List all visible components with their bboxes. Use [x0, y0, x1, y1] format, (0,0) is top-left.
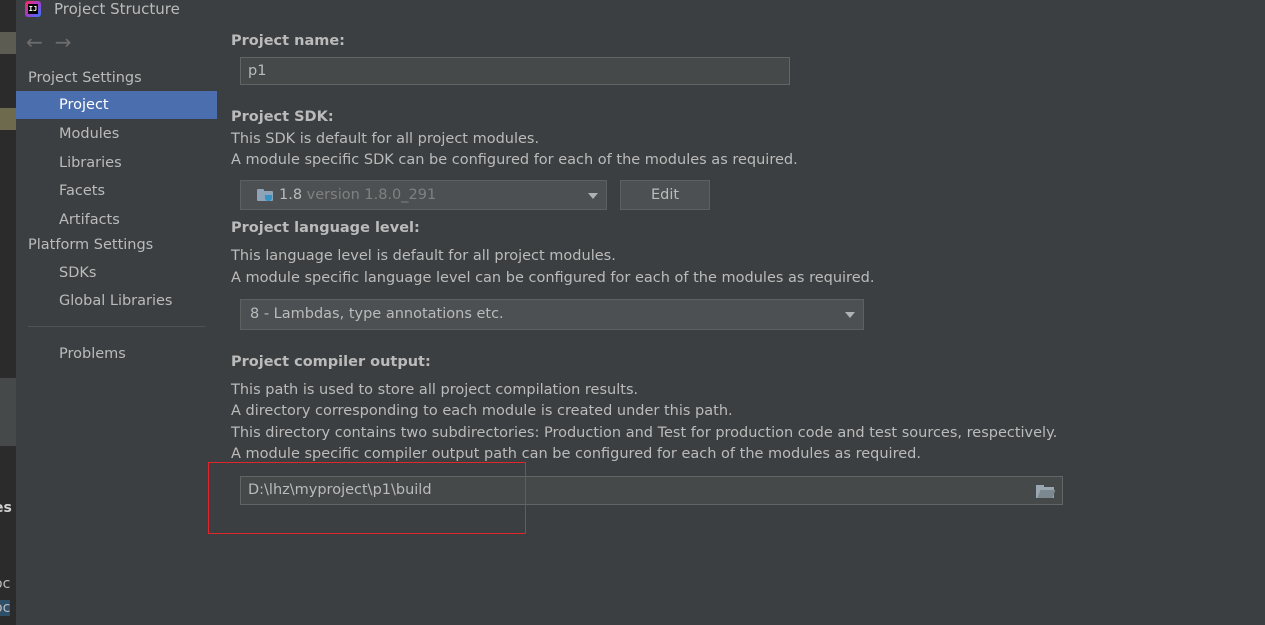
- compiler-output-label: Project compiler output:: [231, 354, 431, 370]
- project-sdk-dropdown[interactable]: 1.8 version 1.8.0_291: [240, 180, 607, 210]
- sidebar-item-facets[interactable]: Facets: [16, 177, 217, 205]
- language-level-value: 8 - Lambdas, type annotations etc.: [250, 306, 504, 322]
- background-bar: [0, 32, 16, 54]
- language-level-description-1: This language level is default for all p…: [231, 248, 616, 264]
- background-bar: [0, 378, 16, 446]
- compiler-output-description-1: This path is used to store all project c…: [231, 382, 639, 398]
- red-highlight-box: [208, 462, 526, 534]
- project-sdk-description-1: This SDK is default for all project modu…: [231, 131, 540, 147]
- project-sdk-label: Project SDK:: [231, 109, 334, 125]
- sdk-folder-icon: [257, 189, 273, 201]
- compiler-output-description-3: This directory contains two subdirectori…: [231, 425, 1058, 441]
- background-text-fragment: oc: [0, 600, 11, 616]
- language-level-label: Project language level:: [231, 220, 420, 236]
- sidebar-item-project[interactable]: Project: [16, 91, 217, 119]
- language-level-dropdown[interactable]: 8 - Lambdas, type annotations etc.: [240, 299, 864, 330]
- chevron-down-icon: [588, 193, 598, 199]
- window-title: Project Structure: [54, 0, 180, 18]
- background-bar: [0, 108, 16, 130]
- language-level-description-2: A module specific language level can be …: [231, 270, 875, 286]
- sidebar-item-modules[interactable]: Modules: [16, 120, 217, 148]
- background-window-edge: es oc oc: [0, 0, 16, 625]
- sidebar-header-platform-settings: Platform Settings: [28, 237, 154, 253]
- sidebar-item-artifacts[interactable]: Artifacts: [16, 206, 217, 234]
- sidebar-item-sdks[interactable]: SDKs: [16, 259, 217, 287]
- sdk-name: 1.8: [279, 187, 303, 203]
- background-text-fragment: oc: [0, 576, 11, 592]
- chevron-down-icon: [845, 312, 855, 318]
- navigation-arrows: ← →: [26, 32, 84, 53]
- forward-arrow-icon[interactable]: →: [55, 32, 72, 52]
- sidebar-header-project-settings: Project Settings: [28, 70, 142, 86]
- background-text-fragment: es: [0, 500, 12, 516]
- edit-sdk-button[interactable]: Edit: [620, 180, 710, 210]
- compiler-output-description-2: A directory corresponding to each module…: [231, 403, 733, 419]
- sidebar-item-libraries[interactable]: Libraries: [16, 149, 217, 177]
- project-name-label: Project name:: [231, 33, 345, 49]
- browse-folder-icon[interactable]: [1036, 485, 1056, 498]
- sidebar-item-global-libraries[interactable]: Global Libraries: [16, 287, 217, 315]
- title-bar: IJ Project Structure: [16, 0, 1265, 20]
- sdk-version: version 1.8.0_291: [306, 187, 437, 203]
- sidebar-divider: [28, 326, 206, 327]
- project-sdk-description-2: A module specific SDK can be configured …: [231, 152, 798, 168]
- sidebar-item-problems[interactable]: Problems: [16, 340, 217, 368]
- back-arrow-icon[interactable]: ←: [26, 32, 43, 52]
- project-name-input[interactable]: p1: [240, 57, 790, 85]
- intellij-logo-icon: IJ: [25, 1, 41, 17]
